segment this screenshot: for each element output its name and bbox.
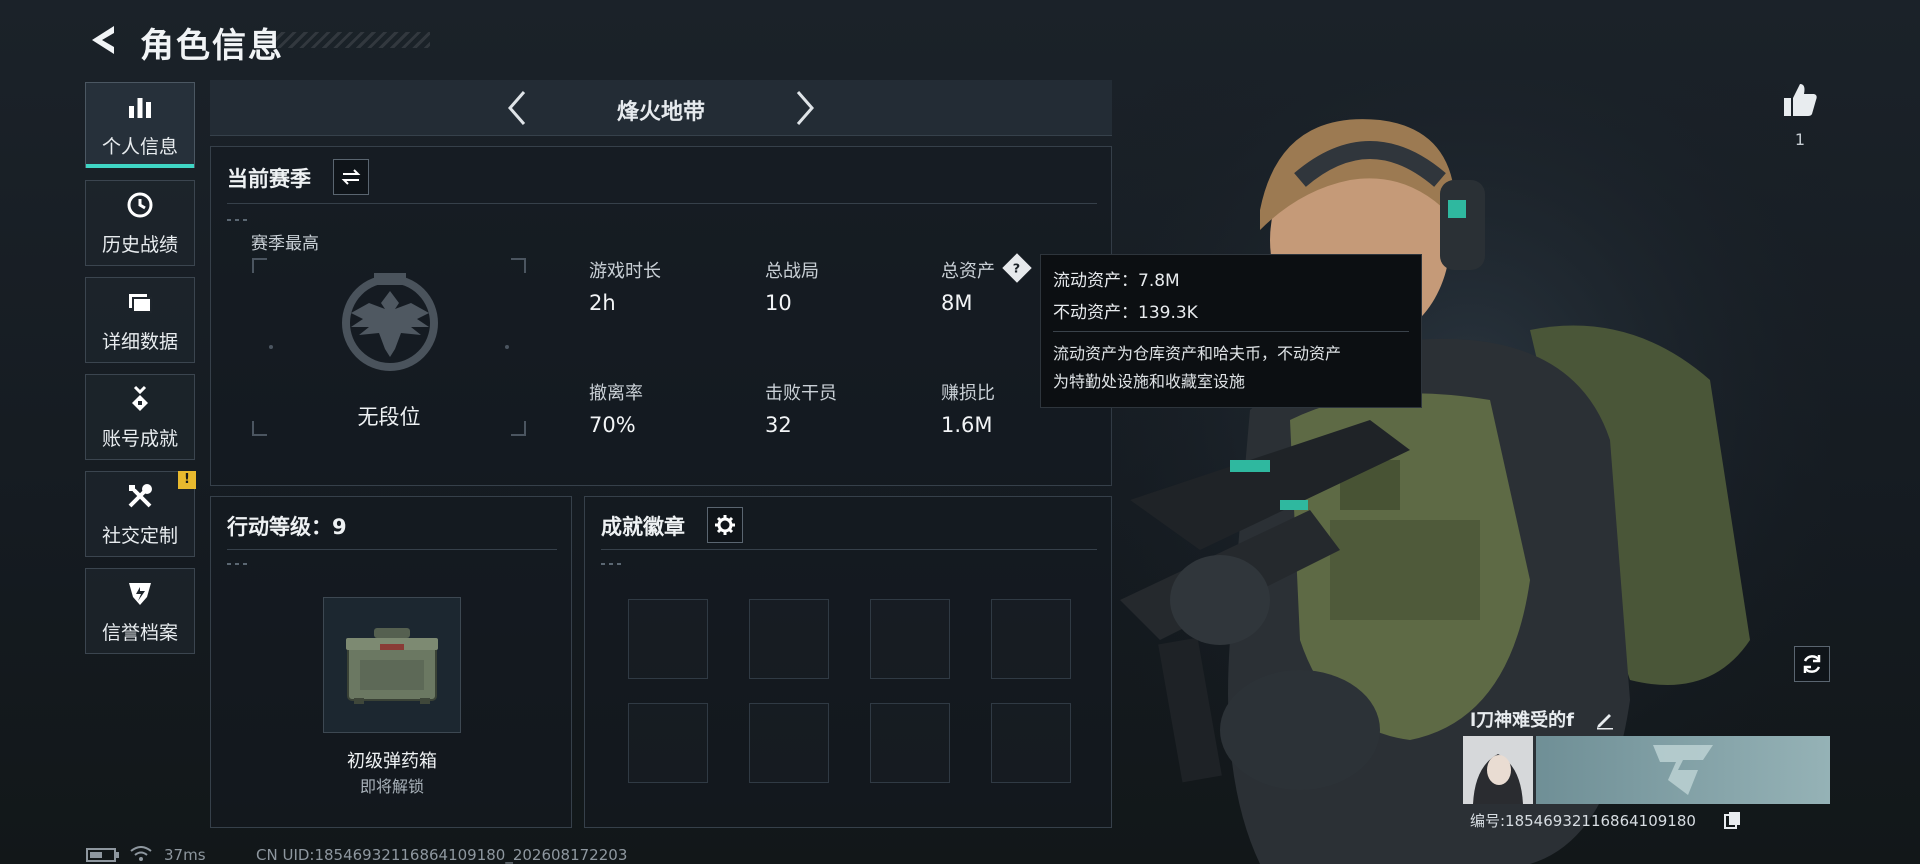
badges-panel: 成就徽章 — [584, 496, 1112, 828]
sidebar-item-achievements[interactable]: 账号成就 — [85, 374, 195, 460]
reward-name: 初级弹药箱 — [347, 751, 437, 772]
stat-value-total-matches: 10 — [765, 291, 792, 315]
stat-value-total-assets: 8M — [941, 291, 973, 315]
ammo-box-icon — [346, 628, 438, 704]
sidebar-item-label: 信誉档案 — [101, 621, 178, 644]
stat-label-profit-ratio: 赚损比 — [941, 383, 995, 404]
ping-text: 37ms — [164, 846, 206, 864]
divider-dots — [227, 563, 247, 565]
badge-slot[interactable] — [870, 703, 950, 783]
season-panel: 当前赛季 赛季最高 无段位 游戏时长 2h 总战局 10 总资产 ? 8M 撤离… — [210, 146, 1112, 486]
player-id: 编号:18546932116864109180 — [1470, 812, 1696, 830]
reward-status: 即将解锁 — [359, 777, 424, 796]
refresh-icon — [1803, 655, 1821, 673]
sidebar-item-reputation[interactable]: 信誉档案 — [85, 568, 195, 654]
uid-text: CN UID:18546932116864109180_202608172203 — [256, 846, 628, 864]
season-title: 当前赛季 — [227, 167, 311, 191]
stat-label-kills: 击败干员 — [765, 383, 837, 404]
badge-slot[interactable] — [991, 599, 1071, 679]
stat-value-playtime: 2h — [589, 291, 616, 315]
panel-divider — [227, 549, 557, 550]
folder-icon — [125, 287, 155, 317]
sidebar-item-label: 历史战绩 — [101, 233, 178, 256]
name-card-banner[interactable] — [1536, 736, 1830, 804]
badge-slot[interactable] — [991, 703, 1071, 783]
warning-badge: ! — [178, 471, 196, 489]
divider-dots — [601, 563, 621, 565]
sidebar-item-history[interactable]: 历史战绩 — [85, 180, 195, 266]
shield-icon — [125, 578, 155, 608]
sidebar-item-detailed-data[interactable]: 详细数据 — [85, 277, 195, 363]
sidebar-item-social-custom[interactable]: ! 社交定制 — [85, 471, 196, 557]
help-button[interactable]: ? — [1002, 253, 1032, 283]
tooltip-liquid-assets: 流动资产：7.8M — [1053, 271, 1180, 291]
swap-season-button[interactable] — [333, 159, 369, 195]
tools-icon — [125, 481, 155, 511]
stat-label-extraction-rate: 撤离率 — [589, 383, 643, 404]
rank-label: 无段位 — [357, 405, 421, 429]
stat-value-profit-ratio: 1.6M — [941, 413, 993, 437]
chevron-right-icon[interactable] — [784, 88, 824, 128]
edit-icon[interactable] — [1594, 708, 1616, 730]
reward-item[interactable] — [323, 597, 461, 733]
action-level-panel: 行动等级：9 初级弹药箱 即将解锁 — [210, 496, 572, 828]
like-count: 1 — [1794, 130, 1806, 149]
profile-card: l刀神难受的f 编号:18546932116864109180 — [1460, 700, 1840, 850]
sidebar-item-label: 详细数据 — [101, 330, 178, 353]
tooltip-description-line2: 为特勤处设施和收藏室设施 — [1053, 372, 1246, 391]
stat-label-total-matches: 总战局 — [765, 261, 819, 282]
refresh-button[interactable] — [1794, 646, 1830, 682]
battery-icon — [86, 848, 119, 862]
divider-dots — [227, 219, 251, 221]
badge-slot[interactable] — [628, 703, 708, 783]
action-level-title: 行动等级：9 — [227, 515, 347, 539]
avatar-portrait — [1463, 736, 1533, 804]
sidebar-item-personal-info[interactable]: 个人信息 — [85, 82, 195, 168]
badge-slot[interactable] — [749, 703, 829, 783]
header-decoration — [270, 32, 430, 48]
panel-divider — [227, 203, 1097, 204]
panel-divider — [601, 549, 1097, 550]
avatar[interactable] — [1463, 736, 1533, 804]
history-icon — [125, 190, 155, 220]
thumbs-up-icon[interactable] — [1780, 80, 1820, 120]
tooltip-description-line1: 流动资产为仓库资产和哈夫币，不动资产 — [1053, 344, 1342, 363]
badge-slot[interactable] — [628, 599, 708, 679]
page-title: 角色信息 — [140, 26, 284, 66]
sidebar-item-label: 个人信息 — [101, 135, 178, 158]
gear-icon — [715, 515, 735, 535]
emblem-logo — [1653, 745, 1713, 795]
back-arrow-icon[interactable] — [84, 20, 124, 60]
badges-title: 成就徽章 — [601, 515, 685, 539]
badge-slot[interactable] — [870, 599, 950, 679]
sidebar-item-label: 社交定制 — [101, 524, 178, 547]
bar-chart-icon — [125, 92, 155, 122]
swap-icon — [341, 169, 361, 185]
sidebar-item-label: 账号成就 — [101, 427, 178, 450]
season-best-label: 赛季最高 — [251, 234, 319, 254]
mode-selector: 烽火地带 — [210, 80, 1112, 136]
stat-label-playtime: 游戏时长 — [589, 261, 661, 282]
wifi-icon — [130, 846, 152, 861]
mode-title: 烽火地带 — [616, 100, 705, 125]
question-icon: ? — [1013, 260, 1021, 276]
stat-label-total-assets: 总资产 — [941, 261, 995, 282]
stat-value-extraction-rate: 70% — [589, 413, 636, 437]
assets-tooltip: 流动资产：7.8M 不动资产：139.3K 流动资产为仓库资产和哈夫币，不动资产… — [1040, 254, 1422, 408]
stat-value-kills: 32 — [765, 413, 792, 437]
tooltip-fixed-assets: 不动资产：139.3K — [1053, 303, 1198, 323]
badge-slot[interactable] — [749, 599, 829, 679]
tooltip-divider — [1053, 331, 1409, 332]
badge-settings-button[interactable] — [707, 507, 743, 543]
medal-icon — [125, 384, 155, 414]
copy-icon[interactable] — [1724, 811, 1742, 829]
rank-emblem-icon — [342, 273, 438, 371]
player-name: l刀神难受的f — [1470, 710, 1575, 731]
header: 角色信息 — [0, 0, 900, 80]
